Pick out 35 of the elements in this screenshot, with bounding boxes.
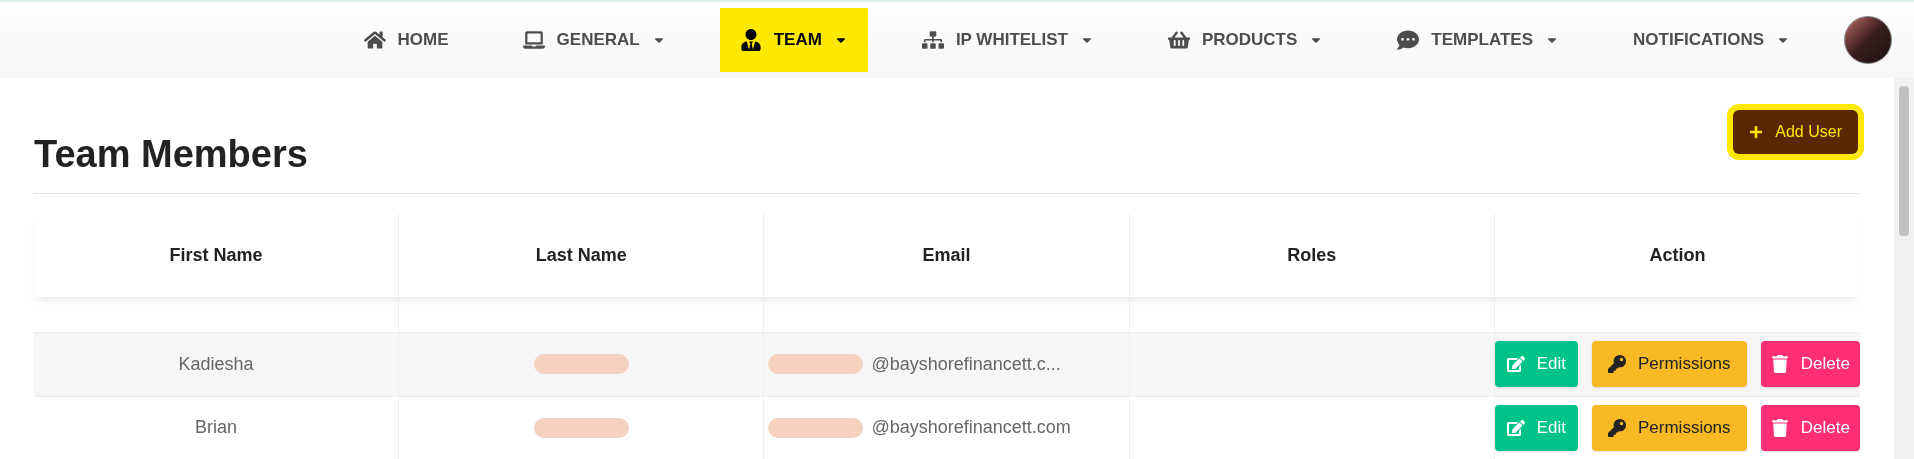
laptop-icon xyxy=(522,29,545,51)
delete-button[interactable]: Delete xyxy=(1760,404,1860,451)
permissions-button[interactable]: Permissions xyxy=(1591,404,1747,451)
edit-icon xyxy=(1506,418,1525,437)
chat-bubble-icon xyxy=(1397,29,1420,51)
permissions-button[interactable]: Permissions xyxy=(1591,341,1747,388)
nav-tab[interactable]: PRODUCTS xyxy=(1147,8,1344,72)
column-header: First Name xyxy=(34,213,400,297)
table-cell-text: @bayshorefinancett.c... xyxy=(871,352,1061,376)
network-icon xyxy=(921,29,944,51)
table-cell: Kadiesha xyxy=(34,333,400,396)
plus-icon xyxy=(1749,125,1764,140)
nav-tab[interactable]: NOTIFICATIONS xyxy=(1613,8,1810,72)
nav-tab[interactable]: TEMPLATES xyxy=(1377,8,1580,72)
column-header: Action xyxy=(1648,243,1707,267)
nav-tab[interactable]: IP WHITELIST xyxy=(901,8,1114,72)
column-header: Roles xyxy=(1129,213,1495,297)
table-cell: Brian xyxy=(34,396,400,459)
basket-icon xyxy=(1167,29,1190,51)
nav-tab[interactable]: HOME xyxy=(343,8,469,72)
avatar[interactable] xyxy=(1844,16,1892,64)
column-header: Email xyxy=(764,213,1130,297)
home-icon xyxy=(363,29,386,51)
trash-icon xyxy=(1770,355,1789,374)
user-icon xyxy=(739,29,762,51)
nav-tab[interactable]: TEAM xyxy=(719,8,868,72)
page-title: Team Members xyxy=(34,131,308,177)
key-icon xyxy=(1608,418,1626,437)
column-header: Last Name xyxy=(399,213,765,297)
table-cell-text: @bayshorefinancett.com xyxy=(871,416,1071,440)
key-icon xyxy=(1608,355,1626,374)
nav-tab[interactable]: GENERAL xyxy=(502,8,686,72)
edit-icon xyxy=(1506,355,1525,374)
delete-button[interactable]: Delete xyxy=(1760,341,1860,388)
trash-icon xyxy=(1770,418,1789,437)
